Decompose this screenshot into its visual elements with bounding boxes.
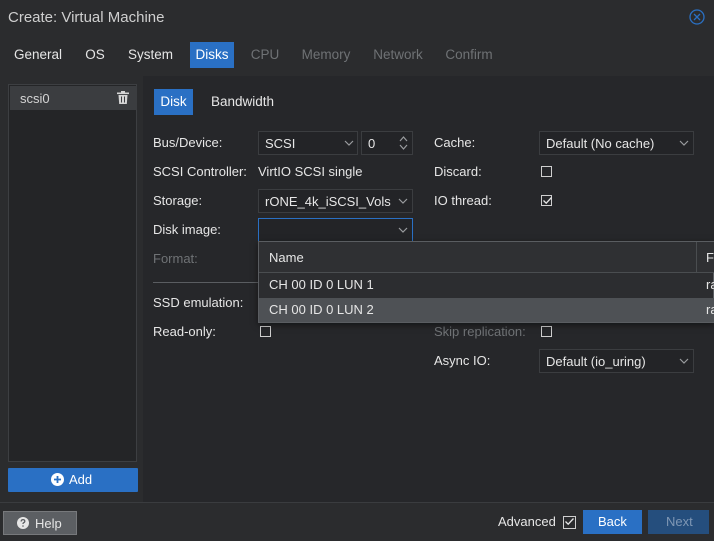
question-circle-icon <box>17 517 29 529</box>
window-title: Create: Virtual Machine <box>8 9 165 26</box>
chevron-down-icon <box>344 140 354 146</box>
dropdown-header: Name F <box>259 242 714 273</box>
cache-label: Cache: <box>434 135 476 150</box>
chevron-down-icon <box>679 140 689 146</box>
list-item[interactable]: CH 00 ID 0 LUN 1 ra <box>259 273 714 297</box>
tab-cpu: CPU <box>250 47 280 62</box>
back-button[interactable]: Back <box>583 510 642 534</box>
column-format-header[interactable]: F <box>706 250 714 265</box>
read-only-checkbox[interactable] <box>260 326 271 337</box>
io-thread-checkbox[interactable] <box>541 195 552 206</box>
async-io-label: Async IO: <box>434 353 491 368</box>
tab-general[interactable]: General <box>8 42 68 68</box>
subtab-disk[interactable]: Disk <box>154 89 193 115</box>
discard-checkbox[interactable] <box>541 166 552 177</box>
tab-os[interactable]: OS <box>79 42 111 68</box>
cache-value: Default (No cache) <box>546 136 655 151</box>
scsi-controller-value: VirtIO SCSI single <box>258 164 363 179</box>
add-disk-button[interactable]: Add <box>8 468 138 492</box>
next-label: Next <box>666 514 693 529</box>
close-icon[interactable] <box>689 9 705 25</box>
tab-confirm: Confirm <box>445 47 493 62</box>
plus-circle-icon <box>51 473 64 486</box>
advanced-separator <box>153 282 259 283</box>
list-item-selected[interactable]: CH 00 ID 0 LUN 2 ra <box>259 298 714 322</box>
chevron-down-icon <box>398 198 408 204</box>
cache-select[interactable]: Default (No cache) <box>539 131 694 155</box>
next-button[interactable]: Next <box>648 510 709 534</box>
disk-list-item[interactable]: scsi0 <box>10 86 137 110</box>
chevron-down-icon <box>398 227 408 233</box>
storage-value: rONE_4k_iSCSI_Vols <box>265 194 391 209</box>
list-item-name: CH 00 ID 0 LUN 1 <box>269 277 374 292</box>
disk-item-label: scsi0 <box>20 91 50 106</box>
read-only-label: Read-only: <box>153 324 216 339</box>
tab-network: Network <box>373 47 423 62</box>
skip-replication-label: Skip replication: <box>434 324 526 339</box>
help-button[interactable]: Help <box>3 511 77 535</box>
disk-image-dropdown: Name F CH 00 ID 0 LUN 1 ra CH 00 ID 0 LU… <box>258 241 714 323</box>
checkmark-icon <box>543 197 552 205</box>
subtab-bandwidth[interactable]: Bandwidth <box>211 89 281 115</box>
add-label: Add <box>69 472 93 487</box>
list-item-format: ra <box>706 302 714 317</box>
title-bar: Create: Virtual Machine <box>0 0 714 36</box>
format-label: Format: <box>153 251 198 266</box>
checkmark-icon <box>565 518 574 526</box>
bus-device-label: Bus/Device: <box>153 135 223 150</box>
advanced-checkbox[interactable] <box>563 516 576 529</box>
bus-value: SCSI <box>265 136 296 151</box>
disk-list: scsi0 <box>8 84 137 462</box>
storage-label: Storage: <box>153 193 203 208</box>
tab-system[interactable]: System <box>122 42 179 68</box>
discard-label: Discard: <box>434 164 482 179</box>
column-divider <box>696 242 697 272</box>
async-io-select[interactable]: Default (io_uring) <box>539 349 694 373</box>
ssd-emulation-label: SSD emulation: <box>153 295 244 310</box>
tab-memory: Memory <box>301 47 351 62</box>
skip-replication-checkbox[interactable] <box>541 326 552 337</box>
list-item-name: CH 00 ID 0 LUN 2 <box>269 302 374 317</box>
chevron-down-icon <box>679 358 689 364</box>
trash-icon[interactable] <box>117 91 129 104</box>
help-label: Help <box>35 516 62 531</box>
device-number-value: 0 <box>368 136 376 151</box>
list-item-format: ra <box>706 277 714 292</box>
back-label: Back <box>598 514 627 529</box>
tab-disks[interactable]: Disks <box>190 42 234 68</box>
device-number-stepper[interactable]: 0 <box>361 131 413 155</box>
bus-select[interactable]: SCSI <box>258 131 358 155</box>
storage-select[interactable]: rONE_4k_iSCSI_Vols <box>258 189 413 213</box>
io-thread-label: IO thread: <box>434 193 492 208</box>
column-name-header[interactable]: Name <box>269 250 304 265</box>
async-io-value: Default (io_uring) <box>546 354 646 369</box>
scsi-controller-label: SCSI Controller: <box>153 164 247 179</box>
disk-image-label: Disk image: <box>153 222 221 237</box>
advanced-label: Advanced <box>498 514 556 529</box>
disk-image-select[interactable] <box>258 218 413 242</box>
footer-bar: Help Advanced Back Next <box>0 502 714 541</box>
stepper-arrows-icon[interactable] <box>399 135 408 151</box>
